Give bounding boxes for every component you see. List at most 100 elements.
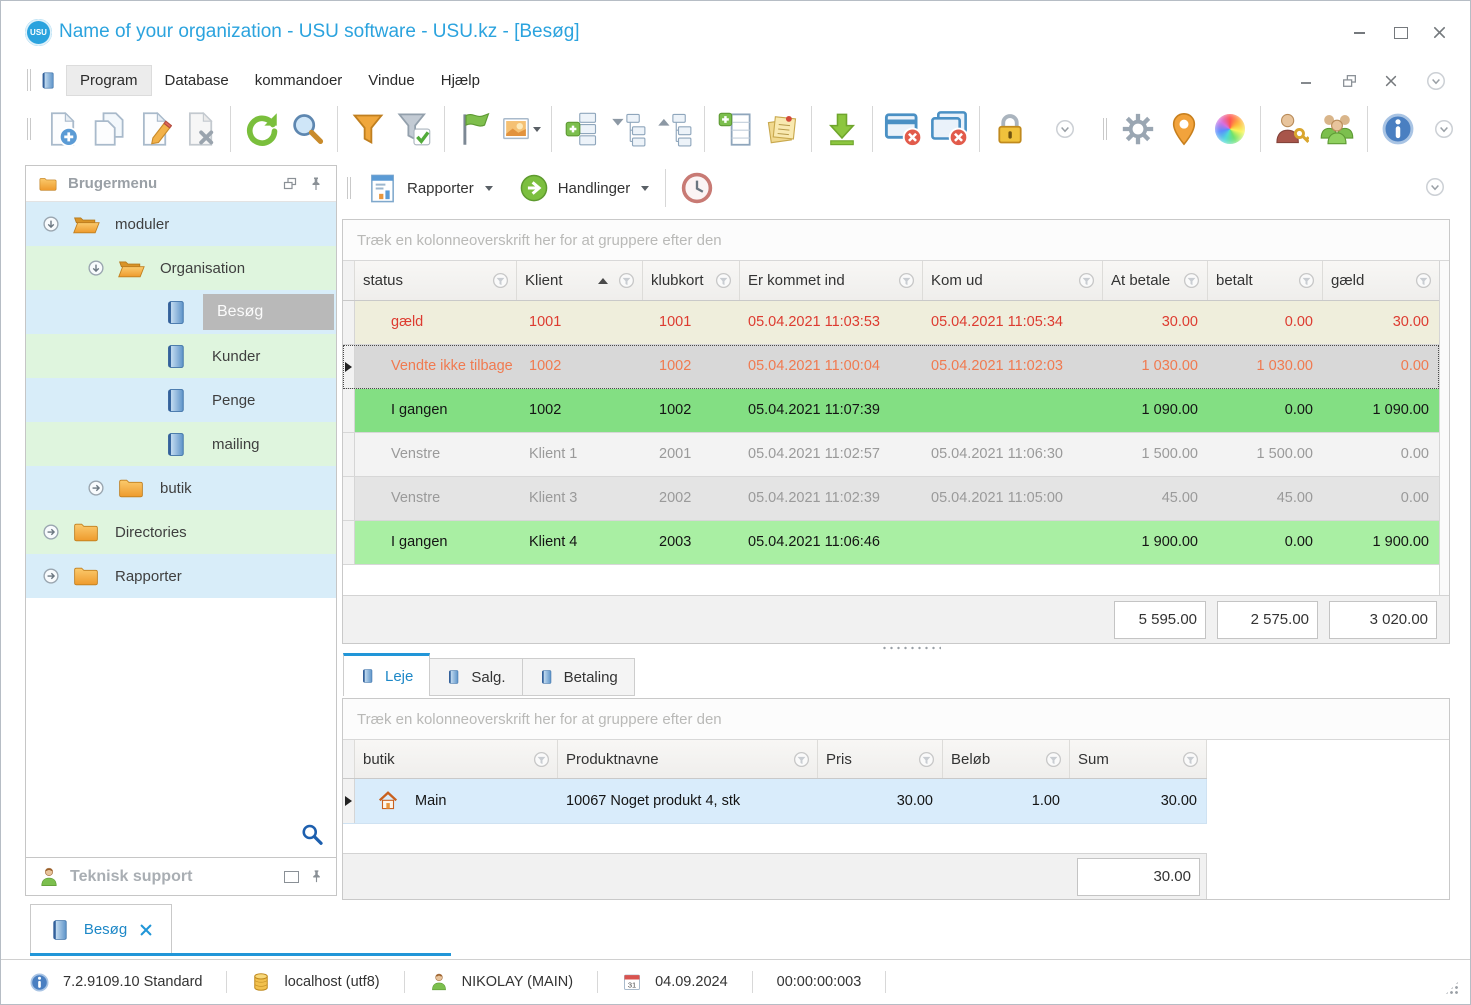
tab-leje[interactable]: Leje (343, 653, 431, 696)
users-group-button[interactable] (1317, 107, 1357, 151)
table-row[interactable]: I gangen 1002 1002 05.04.2021 11:07:39 1… (343, 389, 1439, 433)
tree-item-moduler[interactable]: moduler (26, 202, 336, 246)
info-button[interactable] (1378, 107, 1418, 151)
column-header-status[interactable]: status (355, 261, 517, 300)
filter-funnel-icon[interactable] (1043, 749, 1064, 770)
group-by-bar[interactable]: Træk en kolonneoverskrift her for at gru… (343, 699, 1449, 740)
toolbar-overflow-icon[interactable] (1053, 117, 1077, 141)
column-header-er-kommet-ind[interactable]: Er kommet ind (740, 261, 923, 300)
filter-funnel-icon[interactable] (616, 270, 637, 291)
toolbar-drag-grip[interactable] (1103, 118, 1107, 140)
filter-funnel-icon[interactable] (1296, 270, 1317, 291)
tree-item-mailing[interactable]: mailing (26, 422, 336, 466)
filter-funnel-icon[interactable] (916, 749, 937, 770)
table-row[interactable]: Venstre Klient 3 2002 05.04.2021 11:02:3… (343, 477, 1439, 521)
table-row-focused[interactable]: Vendte ikke tilbage 1002 1002 05.04.2021… (343, 345, 1439, 389)
column-header-gaeld[interactable]: gæld (1323, 261, 1439, 300)
filter-funnel-icon[interactable] (1413, 270, 1434, 291)
time-clock-button[interactable] (677, 166, 717, 210)
column-header-klient[interactable]: Klient (517, 261, 643, 300)
column-header-sum[interactable]: Sum (1070, 740, 1207, 778)
settings-gear-button[interactable] (1118, 107, 1158, 151)
menu-overflow-icon[interactable] (1424, 69, 1448, 93)
user-permissions-button[interactable] (1271, 107, 1311, 151)
expand-node-icon[interactable] (85, 477, 107, 499)
mdi-close-button[interactable] (1384, 74, 1398, 88)
add-group-button[interactable] (562, 107, 602, 151)
toolbar-overflow-icon[interactable] (1432, 117, 1456, 141)
expand-node-icon[interactable] (40, 565, 62, 587)
menu-kommandoer[interactable]: kommandoer (242, 66, 356, 95)
tree-item-kunder[interactable]: Kunder (26, 334, 336, 378)
collapse-tree-button[interactable] (608, 107, 648, 151)
delete-document-button[interactable] (180, 107, 220, 151)
add-column-button[interactable] (715, 107, 755, 151)
open-document-tab[interactable]: Besøg (30, 904, 172, 954)
filter-accept-button[interactable] (394, 107, 434, 151)
handlinger-button[interactable]: Handlinger (511, 169, 658, 207)
tree-item-butik[interactable]: butik (26, 466, 336, 510)
filter-funnel-icon[interactable] (896, 270, 917, 291)
menu-vindue[interactable]: Vindue (355, 66, 427, 95)
filter-funnel-icon[interactable] (1181, 270, 1202, 291)
tab-salg[interactable]: Salg. (430, 658, 523, 696)
table-row[interactable]: I gangen Klient 4 2003 05.04.2021 11:06:… (343, 521, 1439, 565)
toolbar-drag-grip[interactable] (27, 69, 31, 91)
filter-funnel-icon[interactable] (531, 749, 552, 770)
filter-button[interactable] (348, 107, 388, 151)
toolbar-drag-grip[interactable] (347, 177, 351, 199)
copy-document-button[interactable] (88, 107, 128, 151)
vertical-scrollbar[interactable] (1439, 261, 1449, 595)
maximize-button[interactable] (1392, 25, 1408, 39)
tree-item-besog[interactable]: Besøg (26, 290, 336, 334)
close-button[interactable] (1432, 25, 1448, 39)
filter-funnel-icon[interactable] (490, 270, 511, 291)
search-button[interactable] (287, 107, 327, 151)
rapporter-button[interactable]: Rapporter (359, 169, 501, 208)
filter-funnel-icon[interactable] (1180, 749, 1201, 770)
expand-panel-icon[interactable] (284, 870, 299, 883)
edit-document-button[interactable] (134, 107, 174, 151)
resize-grip[interactable] (1444, 980, 1460, 996)
menu-hjaelp[interactable]: Hjælp (428, 66, 493, 95)
filter-funnel-icon[interactable] (713, 270, 734, 291)
refresh-button[interactable] (241, 107, 281, 151)
tree-item-organisation[interactable]: Organisation (26, 246, 336, 290)
notes-button[interactable] (761, 107, 801, 151)
mdi-restore-button[interactable] (1341, 73, 1358, 90)
column-header-at-betale[interactable]: At betale (1103, 261, 1208, 300)
close-window-button[interactable] (883, 107, 923, 151)
image-button[interactable] (501, 107, 541, 151)
column-header-betalt[interactable]: betalt (1208, 261, 1323, 300)
group-by-bar[interactable]: Træk en kolonneoverskrift her for at gru… (343, 220, 1449, 261)
pin-icon[interactable] (309, 869, 324, 884)
tree-item-rapporter[interactable]: Rapporter (26, 554, 336, 598)
download-button[interactable] (822, 107, 862, 151)
splitter-handle[interactable] (881, 645, 941, 653)
column-header-klubkort[interactable]: klubkort (643, 261, 740, 300)
table-row-focused[interactable]: Main 10067 Noget produkt 4, stk 30.00 1.… (343, 779, 1207, 824)
new-document-button[interactable] (42, 107, 82, 151)
mdi-minimize-button[interactable] (1299, 74, 1315, 88)
tab-betaling[interactable]: Betaling (522, 658, 635, 696)
tree-item-penge[interactable]: Penge (26, 378, 336, 422)
toolbar-overflow-icon[interactable] (1423, 175, 1447, 199)
close-all-windows-button[interactable] (929, 107, 969, 151)
minimize-button[interactable] (1352, 25, 1368, 39)
filter-funnel-icon[interactable] (1076, 270, 1097, 291)
column-header-kom-ud[interactable]: Kom ud (923, 261, 1103, 300)
float-panel-icon[interactable] (282, 176, 298, 192)
column-header-pris[interactable]: Pris (818, 740, 943, 778)
close-tab-icon[interactable] (139, 923, 153, 937)
menu-program[interactable]: Program (66, 64, 152, 96)
menu-database[interactable]: Database (152, 66, 242, 95)
flag-button[interactable] (455, 107, 495, 151)
support-panel-header[interactable]: Teknisk support (26, 857, 336, 895)
column-header-butik[interactable]: butik (355, 740, 558, 778)
location-pin-button[interactable] (1164, 107, 1204, 151)
lock-button[interactable] (990, 107, 1030, 151)
column-header-belob[interactable]: Beløb (943, 740, 1070, 778)
collapse-node-icon[interactable] (40, 213, 62, 235)
tree-item-directories[interactable]: Directories (26, 510, 336, 554)
tree-search-icon[interactable] (300, 823, 324, 847)
